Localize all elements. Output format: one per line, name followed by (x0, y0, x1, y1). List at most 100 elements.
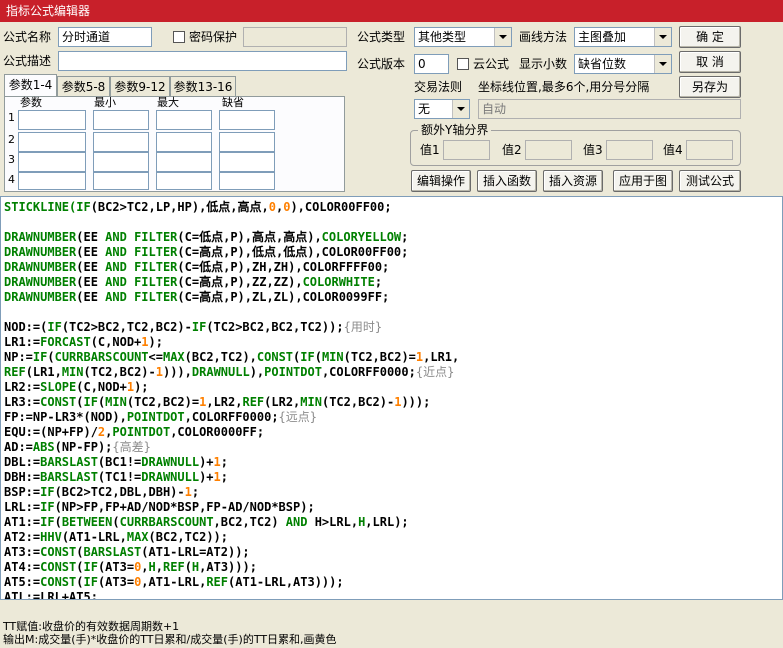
formula-code-editor[interactable]: STICKLINE(IF(BC2>TC2,LP,HP),低点,高点,0,0),C… (0, 196, 783, 600)
code-token: ; (191, 485, 200, 499)
code-token: CURRBARSCOUNT (119, 515, 214, 529)
param-3-name-input[interactable] (18, 152, 86, 172)
code-token: BARSLAST (40, 455, 98, 469)
code-token: AND (105, 290, 135, 304)
param-2-default-input[interactable] (219, 132, 275, 152)
code-token: (LR2, (264, 395, 301, 409)
code-token: (EE (76, 260, 106, 274)
code-token: (AT1-LRL, (61, 530, 127, 544)
cancel-button[interactable]: 取 消 (679, 51, 741, 73)
code-token: DRAWNUMBER (4, 290, 77, 304)
status-line-1: TT赋值:收盘价的有效数据周期数+1 (3, 620, 180, 633)
code-token: REF (242, 395, 265, 409)
password-input[interactable] (243, 27, 347, 47)
code-token: (NP-FP); (54, 440, 113, 454)
axis-position-input[interactable]: 自动 (478, 99, 741, 119)
code-token: ); (148, 335, 163, 349)
code-line: DRAWNUMBER(EE AND FILTER(C=高点,P),低点,低点),… (4, 245, 408, 260)
code-token: MIN (321, 350, 344, 364)
code-token: CONST (40, 545, 77, 559)
insert-function-button[interactable]: 插入函数 (477, 170, 537, 192)
param-2-max-input[interactable] (156, 132, 212, 152)
formula-type-label: 公式类型 (357, 30, 406, 44)
param-1-name-input[interactable] (18, 110, 86, 130)
code-token: AT2:= (4, 530, 41, 544)
save-as-button[interactable]: 另存为 (679, 76, 741, 98)
code-token: DRAWNUMBER (4, 260, 77, 274)
code-token: (C=高点,P),ZL,ZL),COLOR0099FF; (177, 290, 390, 304)
code-line: LRL:=IF(NP>FP,FP+AD/NOD*BSP,FP-AD/NOD*BS… (4, 500, 315, 515)
password-checkbox[interactable] (173, 31, 185, 43)
insert-resource-button[interactable]: 插入资源 (543, 170, 603, 192)
code-token: ( (314, 350, 322, 364)
code-token: MAX (162, 350, 185, 364)
param-4-max-input[interactable] (156, 172, 212, 190)
code-token: (TC2,BC2)- (83, 365, 156, 379)
code-token: BARSLAST (83, 545, 142, 559)
code-token: DBL:= (4, 455, 41, 469)
value4-label: 值4 (663, 143, 683, 157)
code-line: FP:=NP-LR3*(NOD),POINTDOT,COLORFF0000;{远… (4, 410, 317, 425)
code-token: IF (300, 350, 315, 364)
param-3-max-input[interactable] (156, 152, 212, 172)
value1-input[interactable] (443, 140, 490, 160)
decimals-value: 缺省位数 (578, 57, 627, 71)
code-token: DRAWNUMBER (4, 230, 77, 244)
formula-desc-input[interactable] (58, 51, 347, 71)
formula-version-input[interactable]: 0 (414, 54, 449, 74)
param-1-max-input[interactable] (156, 110, 212, 130)
value2-input[interactable] (525, 140, 572, 160)
code-token: DRAWNUMBER (4, 245, 77, 259)
decimals-select[interactable]: 缺省位数 (574, 54, 672, 74)
code-token: FILTER (134, 290, 178, 304)
code-token: CONST (40, 575, 77, 589)
code-token: AD:= (4, 440, 33, 454)
draw-method-select[interactable]: 主图叠加 (574, 27, 672, 47)
test-formula-button[interactable]: 测试公式 (679, 170, 741, 192)
trade-rule-value: 无 (418, 102, 431, 116)
status-line-2: 输出M:成交量(手)*收盘价的TT日累和/成交量(手)的TT日累和,画黄色 (3, 633, 337, 646)
code-token: FILTER (134, 275, 178, 289)
cloud-formula-checkbox[interactable] (457, 58, 469, 70)
apply-to-chart-button[interactable]: 应用于图 (613, 170, 673, 192)
ok-button[interactable]: 确 定 (679, 26, 741, 48)
code-token: REF (4, 365, 26, 379)
code-token: ))); (401, 395, 431, 409)
code-token: {近点} (415, 365, 455, 379)
param-3-default-input[interactable] (219, 152, 275, 172)
code-token: (C=高点,P),ZZ,ZZ), (177, 275, 303, 289)
param-2-min-input[interactable] (93, 132, 149, 152)
param-1-default-input[interactable] (219, 110, 275, 130)
value3-input[interactable] (606, 140, 653, 160)
value4-input[interactable] (686, 140, 733, 160)
chevron-down-icon (654, 55, 671, 73)
code-token: EQU:=(NP+FP)/ (4, 425, 98, 439)
code-line: DBL:=BARSLAST(BC1!=DRAWNULL)+1; (4, 455, 228, 470)
param-4-name-input[interactable] (18, 172, 86, 190)
param-4-min-input[interactable] (93, 172, 149, 190)
code-token: (BC2,TC2), (184, 350, 257, 364)
chevron-down-icon (494, 28, 511, 46)
param-3-min-input[interactable] (93, 152, 149, 172)
trade-rule-select[interactable]: 无 (414, 99, 470, 119)
edit-operation-button[interactable]: 编辑操作 (411, 170, 471, 192)
param-2-name-input[interactable] (18, 132, 86, 152)
code-token: NP:= (4, 350, 33, 364)
code-token: ; (220, 470, 228, 484)
code-line: LR1:=FORCAST(C,NOD+1); (4, 335, 163, 350)
param-1-min-input[interactable] (93, 110, 149, 130)
formula-type-select[interactable]: 其他类型 (414, 27, 512, 47)
code-token: AT4:= (4, 560, 41, 574)
code-line: NP:=IF(CURRBARSCOUNT<=MAX(BC2,TC2),CONST… (4, 350, 459, 365)
code-token: ), (249, 365, 265, 379)
formula-name-input[interactable]: 分时通道 (58, 27, 152, 47)
code-token: CURRBARSCOUNT (54, 350, 149, 364)
code-token: CONST (40, 560, 77, 574)
code-token: AND (105, 260, 135, 274)
code-token: SLOPE (40, 380, 77, 394)
code-token: (LR1, (25, 365, 62, 379)
code-token: IF (83, 560, 98, 574)
code-token: (C,NOD+ (90, 335, 142, 349)
param-4-default-input[interactable] (219, 172, 275, 190)
code-token: ,COLOR0000FF; (170, 425, 265, 439)
